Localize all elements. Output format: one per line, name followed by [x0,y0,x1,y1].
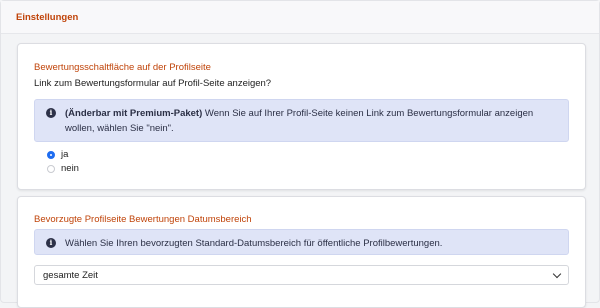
radio-option-nein[interactable]: nein [47,163,79,174]
date-range-title: Bevorzugte Profilseite Bewertungen Datum… [34,214,252,225]
panel-title: Einstellungen [16,12,79,23]
radio-option-ja[interactable]: ja [47,149,68,160]
panel-header: Einstellungen [1,1,599,34]
info-icon: i [46,108,56,118]
radio-button-nein[interactable] [47,164,55,173]
radio-button-ja[interactable] [47,150,55,159]
chevron-down-icon [552,269,562,279]
premium-info-bold: (Änderbar mit Premium-Paket) [65,108,203,119]
date-range-select-value: gesamte Zeit [43,270,98,281]
premium-info-box: i (Änderbar mit Premium-Paket) Wenn Sie … [34,99,569,142]
date-range-select[interactable]: gesamte Zeit [34,265,569,285]
date-range-info-text: Wählen Sie Ihren bevorzugten Standard-Da… [65,238,443,249]
radio-label-ja: ja [61,149,69,160]
rating-button-card: Bewertungsschaltfläche auf der Profilsei… [17,43,586,190]
radio-label-nein: nein [61,163,79,174]
rating-button-question: Link zum Bewertungsformular auf Profil-S… [34,78,272,89]
date-range-card: Bevorzugte Profilseite Bewertungen Datum… [17,196,586,308]
settings-panel: Einstellungen Bewertungsschaltfläche auf… [0,0,600,308]
rating-button-title: Bewertungsschaltfläche auf der Profilsei… [34,62,211,73]
info-icon: i [46,238,56,248]
date-range-info-box: i Wählen Sie Ihren bevorzugten Standard-… [34,229,569,255]
